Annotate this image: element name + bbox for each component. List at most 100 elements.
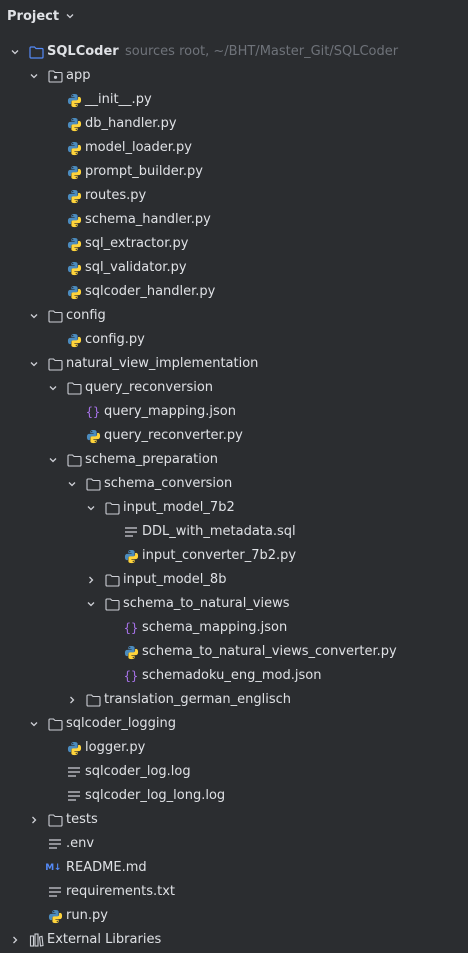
tree-item-label: routes.py [85, 188, 147, 203]
tree-item-schema-to-natural-views[interactable]: schema_to_natural_views [0, 592, 468, 616]
tree-item-query-mapping-json[interactable]: {} query_mapping.json [0, 400, 468, 424]
tree-item-label: natural_view_implementation [66, 356, 259, 371]
chevron-down-icon[interactable] [28, 718, 40, 730]
tree-item-sqlcoder-logging[interactable]: sqlcoder_logging [0, 712, 468, 736]
text-file-icon [47, 884, 63, 900]
tree-item-hint: sources root, ~/BHT/Master_Git/SQLCoder [125, 44, 399, 59]
json-icon: {} [123, 669, 139, 683]
chevron-right-icon[interactable] [85, 574, 97, 586]
tree-item-label: schema_to_natural_views_converter.py [142, 644, 397, 659]
chevron-down-icon[interactable] [28, 358, 40, 370]
python-icon [66, 212, 82, 228]
tree-item-label: sqlcoder_log_long.log [85, 788, 226, 803]
python-icon [66, 92, 82, 108]
folder-icon [66, 452, 82, 468]
chevron-right-icon[interactable] [28, 814, 40, 826]
tree-item-requirements-txt[interactable]: requirements.txt [0, 880, 468, 904]
chevron-down-icon[interactable] [85, 598, 97, 610]
chevron-right-icon[interactable] [66, 694, 78, 706]
chevron-right-icon[interactable] [9, 934, 21, 946]
tree-item-label: query_reconversion [85, 380, 214, 395]
tree-item-natural-view-implementation[interactable]: natural_view_implementation [0, 352, 468, 376]
tree-item-external-libraries[interactable]: External Libraries [0, 928, 468, 952]
folder-icon [85, 476, 101, 492]
tree-item-schema-handler-py[interactable]: schema_handler.py [0, 208, 468, 232]
python-icon [66, 332, 82, 348]
tree-item-env[interactable]: .env [0, 832, 468, 856]
tree-item-schema-conversion[interactable]: schema_conversion [0, 472, 468, 496]
tree-item-label: sqlcoder_logging [66, 716, 177, 731]
tree-item-translation-german-englisch[interactable]: translation_german_englisch [0, 688, 468, 712]
tree-item-sql-validator-py[interactable]: sql_validator.py [0, 256, 468, 280]
tree-item-input-model-8b[interactable]: input_model_8b [0, 568, 468, 592]
tree-item-label: input_converter_7b2.py [142, 548, 297, 563]
libraries-icon [28, 932, 44, 948]
tree-item-label: tests [66, 812, 98, 827]
text-file-icon [66, 788, 82, 804]
tree-item-label: prompt_builder.py [85, 164, 203, 179]
tree-item-query-reconverter-py[interactable]: query_reconverter.py [0, 424, 468, 448]
tree-item-config[interactable]: config [0, 304, 468, 328]
python-icon [66, 164, 82, 180]
tree-item-schema-preparation[interactable]: schema_preparation [0, 448, 468, 472]
chevron-down-icon[interactable] [9, 46, 21, 58]
tree-item-db-handler-py[interactable]: db_handler.py [0, 112, 468, 136]
tree-item-label: model_loader.py [85, 140, 192, 155]
project-title[interactable]: Project [7, 9, 59, 24]
tree-item-label: schema_mapping.json [142, 620, 288, 635]
chevron-down-icon[interactable] [28, 310, 40, 322]
tree-item-schemadoku-eng-mod-json[interactable]: {} schemadoku_eng_mod.json [0, 664, 468, 688]
tree-item-sqlcoder-log-log[interactable]: sqlcoder_log.log [0, 760, 468, 784]
python-icon [66, 116, 82, 132]
tree-item-label: translation_german_englisch [104, 692, 292, 707]
tree-item-label: SQLCoder [47, 44, 119, 59]
tree-item-sqlcoder[interactable]: SQLCoder sources root, ~/BHT/Master_Git/S… [0, 40, 468, 64]
tree-item-query-reconversion[interactable]: query_reconversion [0, 376, 468, 400]
tree-item-run-py[interactable]: run.py [0, 904, 468, 928]
chevron-down-icon[interactable] [47, 454, 59, 466]
tree-item-label: README.md [66, 860, 147, 875]
chevron-down-icon[interactable] [65, 11, 75, 21]
tree-item-sqlcoder-log-long-log[interactable]: sqlcoder_log_long.log [0, 784, 468, 808]
tree-item-sql-extractor-py[interactable]: sql_extractor.py [0, 232, 468, 256]
python-icon [123, 644, 139, 660]
tree-item-init-py[interactable]: __init__.py [0, 88, 468, 112]
folder-icon [47, 716, 63, 732]
folder-icon [66, 380, 82, 396]
tree-item-ddl-with-metadata-sql[interactable]: DDL_with_metadata.sql [0, 520, 468, 544]
tree-item-label: input_model_7b2 [123, 500, 235, 515]
tree-item-input-model-7b2[interactable]: input_model_7b2 [0, 496, 468, 520]
chevron-down-icon[interactable] [66, 478, 78, 490]
project-panel-header: Project [0, 0, 468, 32]
text-file-icon [66, 764, 82, 780]
tree-item-input-converter-7b2-py[interactable]: input_converter_7b2.py [0, 544, 468, 568]
python-icon [66, 740, 82, 756]
chevron-down-icon[interactable] [47, 382, 59, 394]
tree-item-sqlcoder-handler-py[interactable]: sqlcoder_handler.py [0, 280, 468, 304]
python-icon [85, 428, 101, 444]
tree-item-logger-py[interactable]: logger.py [0, 736, 468, 760]
tree-item-schema-mapping-json[interactable]: {} schema_mapping.json [0, 616, 468, 640]
python-icon [66, 284, 82, 300]
tree-item-label: DDL_with_metadata.sql [142, 524, 296, 539]
tree-item-routes-py[interactable]: routes.py [0, 184, 468, 208]
tree-item-label: logger.py [85, 740, 146, 755]
tree-item-app[interactable]: app [0, 64, 468, 88]
tree-item-schema-to-natural-views-converter-py[interactable]: schema_to_natural_views_converter.py [0, 640, 468, 664]
tree-item-label: sql_extractor.py [85, 236, 189, 251]
tree-item-config-py[interactable]: config.py [0, 328, 468, 352]
tree-item-label: input_model_8b [123, 572, 227, 587]
tree-item-label: schema_preparation [85, 452, 219, 467]
python-icon [66, 188, 82, 204]
tree-item-prompt-builder-py[interactable]: prompt_builder.py [0, 160, 468, 184]
json-icon: {} [123, 621, 139, 635]
tree-item-readme-md[interactable]: M↓ README.md [0, 856, 468, 880]
chevron-down-icon[interactable] [85, 502, 97, 514]
folder-icon [85, 692, 101, 708]
chevron-down-icon[interactable] [28, 70, 40, 82]
folder-icon [104, 572, 120, 588]
tree-item-label: requirements.txt [66, 884, 176, 899]
tree-item-tests[interactable]: tests [0, 808, 468, 832]
tree-item-label: schema_conversion [104, 476, 233, 491]
tree-item-model-loader-py[interactable]: model_loader.py [0, 136, 468, 160]
